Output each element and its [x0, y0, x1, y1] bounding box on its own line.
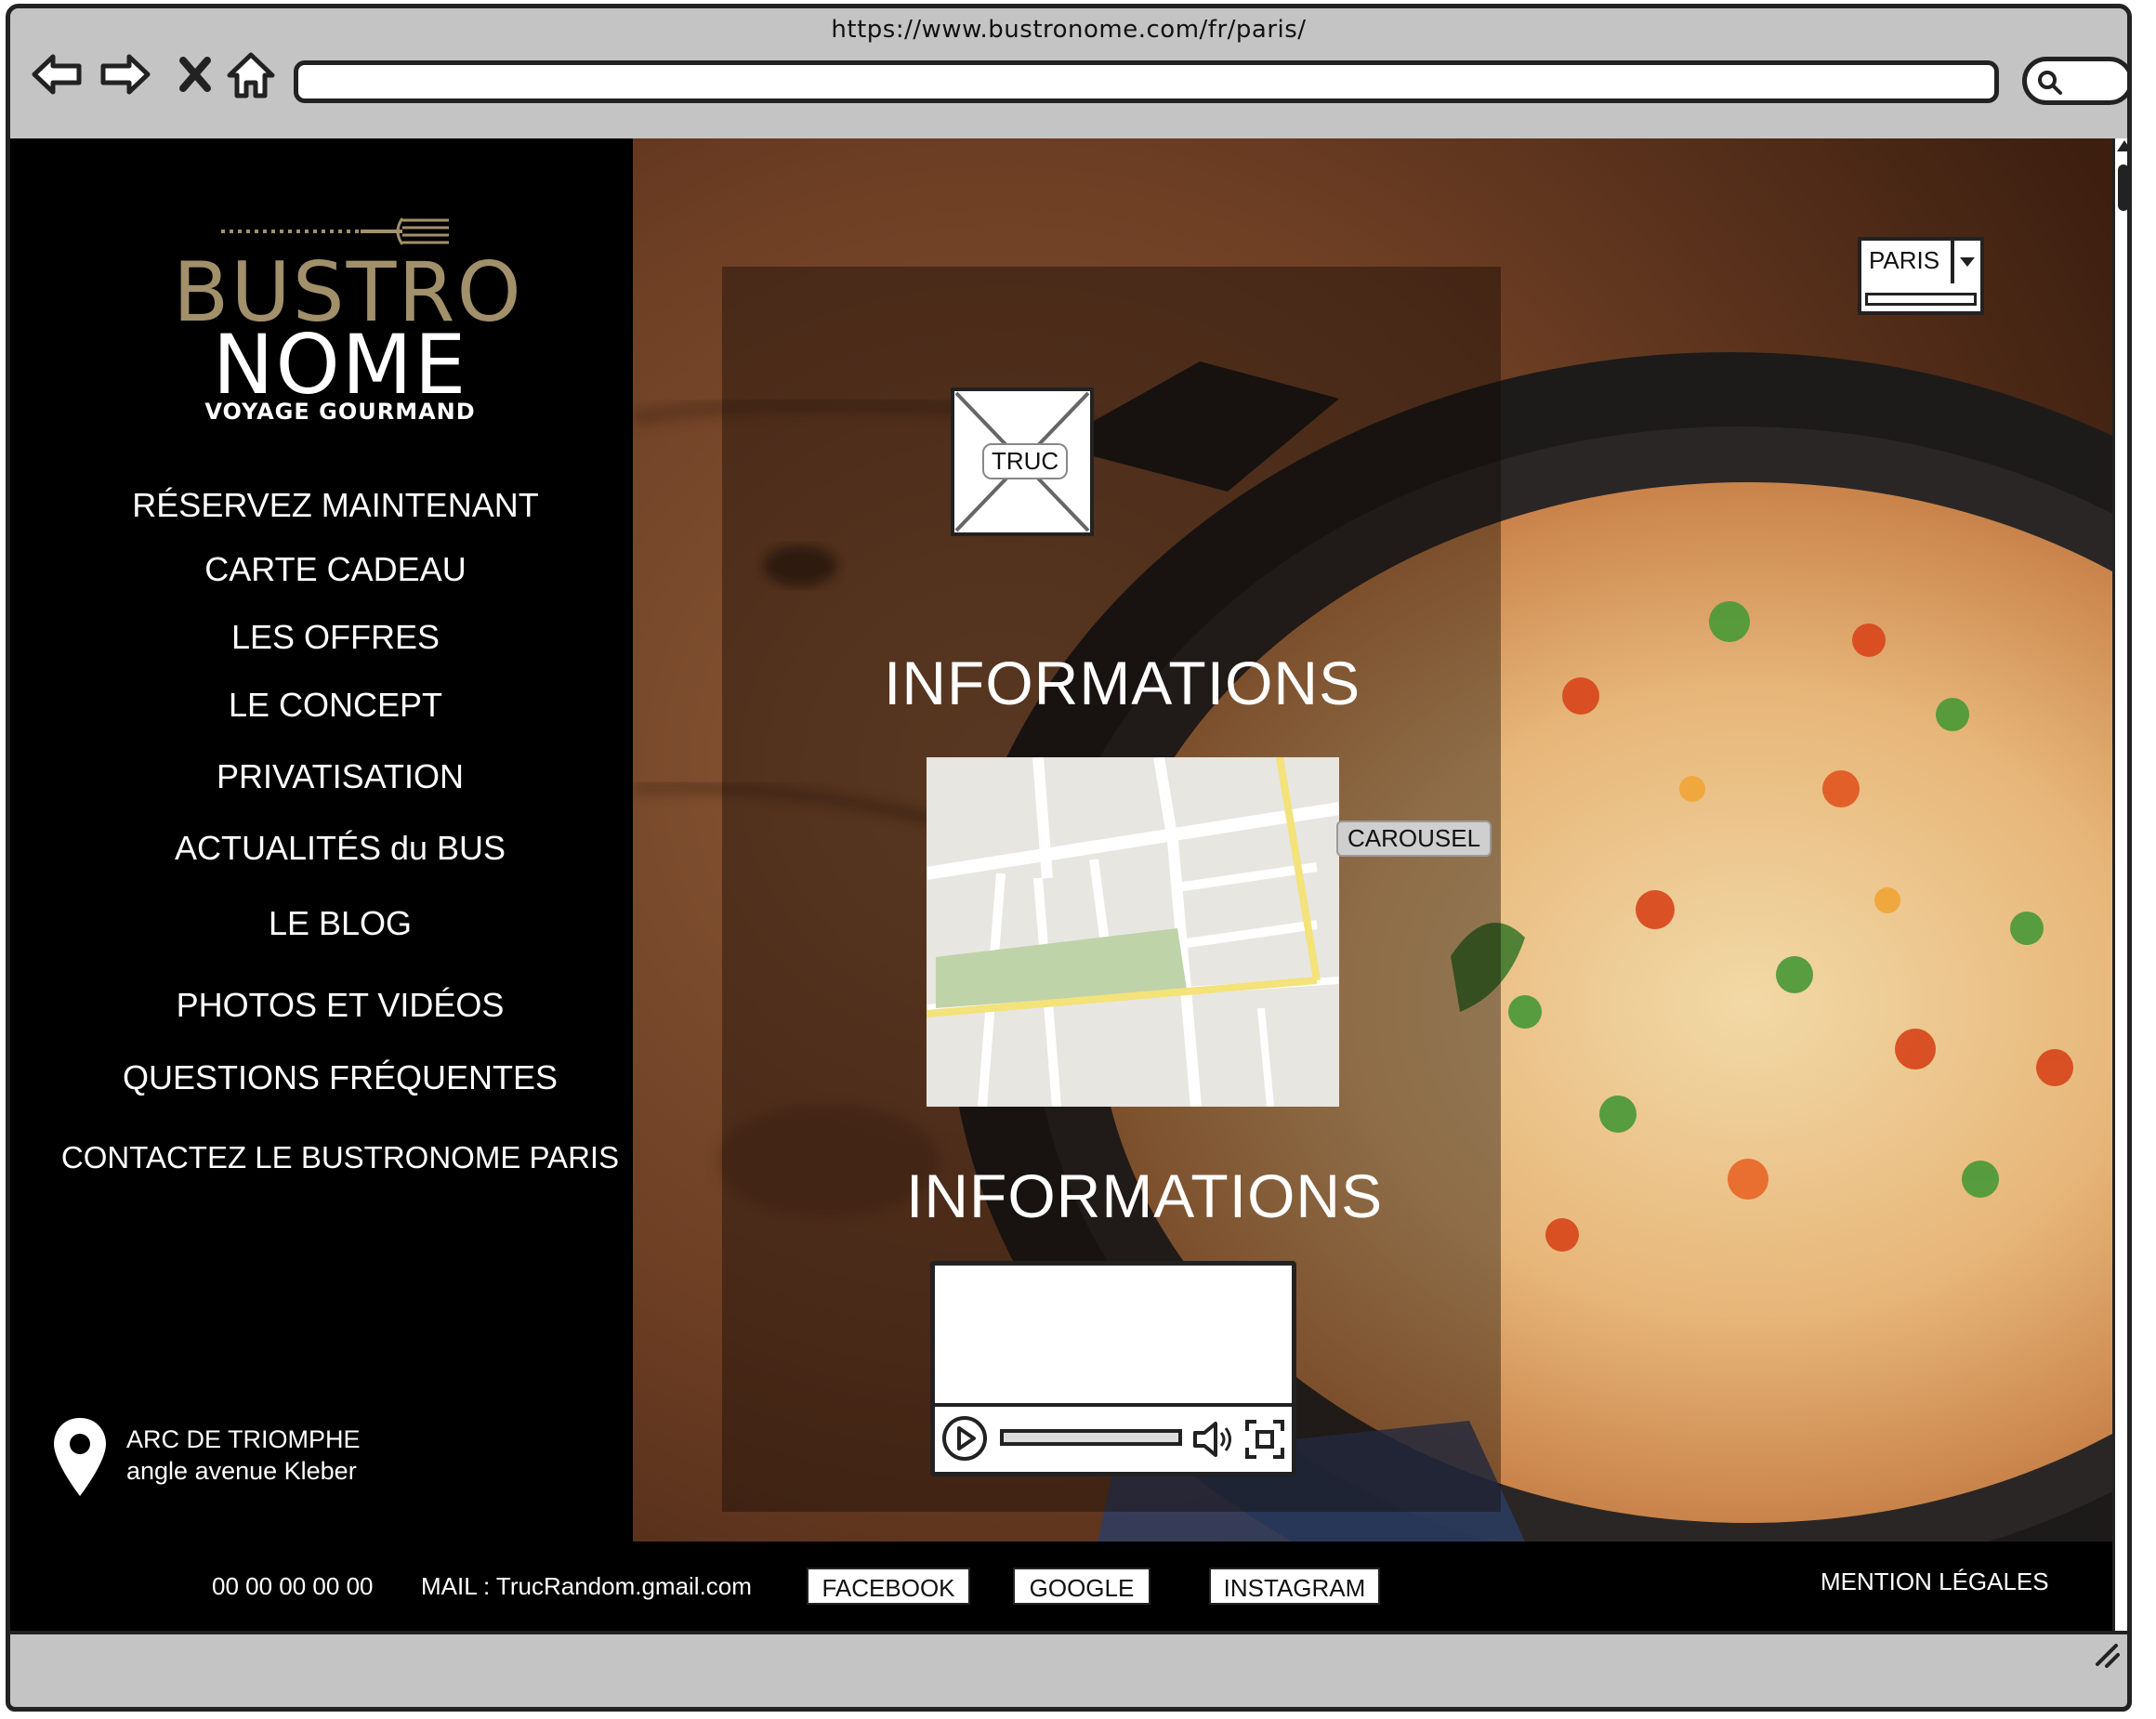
search-icon: [2038, 71, 2062, 95]
city-select-bar: [1865, 293, 1977, 306]
footer-phone: 00 00 00 00 00: [212, 1572, 374, 1600]
city-select-toggle[interactable]: [1951, 241, 1980, 283]
back-arrow-icon[interactable]: [31, 47, 85, 101]
info-title-1: INFORMATIONS: [884, 649, 1361, 717]
google-button[interactable]: GOOGLE: [1013, 1568, 1150, 1605]
menu-item-offres[interactable]: LES OFFRES: [24, 618, 647, 657]
page-viewport: BUSTRO NOME VOYAGE GOURMAND RÉSERVEZ MAI…: [10, 138, 2127, 1673]
scrollbar-thumb[interactable]: [2118, 164, 2127, 211]
menu-item-reservez[interactable]: RÉSERVEZ MAINTENANT: [24, 486, 647, 525]
menu-item-faq[interactable]: QUESTIONS FRÉQUENTES: [29, 1058, 651, 1097]
search-button[interactable]: [2022, 57, 2127, 105]
menu-item-actualites[interactable]: ACTUALITÉS du BUS: [29, 829, 651, 868]
instagram-button[interactable]: INSTAGRAM: [1209, 1568, 1380, 1605]
facebook-button[interactable]: FACEBOOK: [807, 1568, 970, 1605]
location-pin-icon: [54, 1418, 106, 1496]
image-placeholder-label: TRUC: [982, 443, 1069, 479]
legal-mentions-link[interactable]: MENTION LÉGALES: [1821, 1568, 2049, 1596]
url-text: https://www.bustronome.com/fr/paris/: [831, 16, 1307, 44]
menu-item-blog[interactable]: LE BLOG: [29, 904, 651, 943]
resize-grip-icon[interactable]: [2092, 1640, 2120, 1668]
brand-logo[interactable]: BUSTRO NOME VOYAGE GOURMAND: [173, 213, 521, 426]
video-controls: [935, 1403, 1292, 1472]
footer-mail[interactable]: MAIL : TrucRandom.gmail.com: [421, 1572, 752, 1601]
carousel-label[interactable]: CAROUSEL: [1336, 820, 1492, 857]
menu-item-contact[interactable]: CONTACTEZ LE BUSTRONOME PARIS: [29, 1140, 651, 1175]
browser-window: https://www.bustronome.com/fr/paris/ BUS…: [6, 4, 2132, 1712]
info-title-2: INFORMATIONS: [906, 1161, 1384, 1230]
forward-arrow-icon[interactable]: [98, 47, 151, 101]
map-widget[interactable]: [927, 757, 1339, 1107]
city-select-value: PARIS: [1869, 246, 1940, 274]
video-progress-bar[interactable]: [1000, 1429, 1182, 1446]
address-bar[interactable]: [294, 60, 1999, 103]
fullscreen-icon[interactable]: [1242, 1416, 1288, 1463]
vertical-scrollbar[interactable]: [2112, 138, 2127, 1673]
scroll-up-icon[interactable]: [2117, 140, 2127, 151]
volume-icon[interactable]: [1190, 1416, 1236, 1463]
menu-item-concept[interactable]: LE CONCEPT: [24, 686, 647, 725]
image-placeholder: TRUC: [951, 387, 1094, 536]
close-icon[interactable]: [168, 47, 222, 101]
address-block: ARC DE TRIOMPHE angle avenue Kleber: [52, 1416, 424, 1518]
logo-tagline: VOYAGE GOURMAND: [204, 399, 476, 425]
browser-status-bar: [10, 1631, 2127, 1673]
address-line-1: ARC DE TRIOMPHE: [126, 1425, 361, 1453]
browser-toolbar: https://www.bustronome.com/fr/paris/: [10, 8, 2127, 138]
map-image: [927, 757, 1339, 1107]
logo-text-nome: NOME: [212, 317, 468, 413]
menu-item-privatisation[interactable]: PRIVATISATION: [29, 757, 651, 796]
address-line-2: angle avenue Kleber: [126, 1457, 357, 1485]
home-icon[interactable]: [224, 47, 278, 101]
play-icon[interactable]: [940, 1414, 989, 1463]
menu-item-photos-videos[interactable]: PHOTOS ET VIDÉOS: [29, 986, 651, 1025]
hero-section: TRUC INFORMATIONS CAROUSEL INFORMATIONS …: [633, 138, 2112, 1542]
footer: 00 00 00 00 00 MAIL : TrucRandom.gmail.c…: [10, 1542, 2112, 1631]
city-select[interactable]: PARIS: [1858, 237, 1984, 315]
sidebar: BUSTRO NOME VOYAGE GOURMAND RÉSERVEZ MAI…: [10, 138, 633, 1542]
video-player[interactable]: [930, 1261, 1296, 1476]
menu-item-carte-cadeau[interactable]: CARTE CADEAU: [24, 550, 647, 589]
chevron-down-icon: [1960, 257, 1975, 267]
